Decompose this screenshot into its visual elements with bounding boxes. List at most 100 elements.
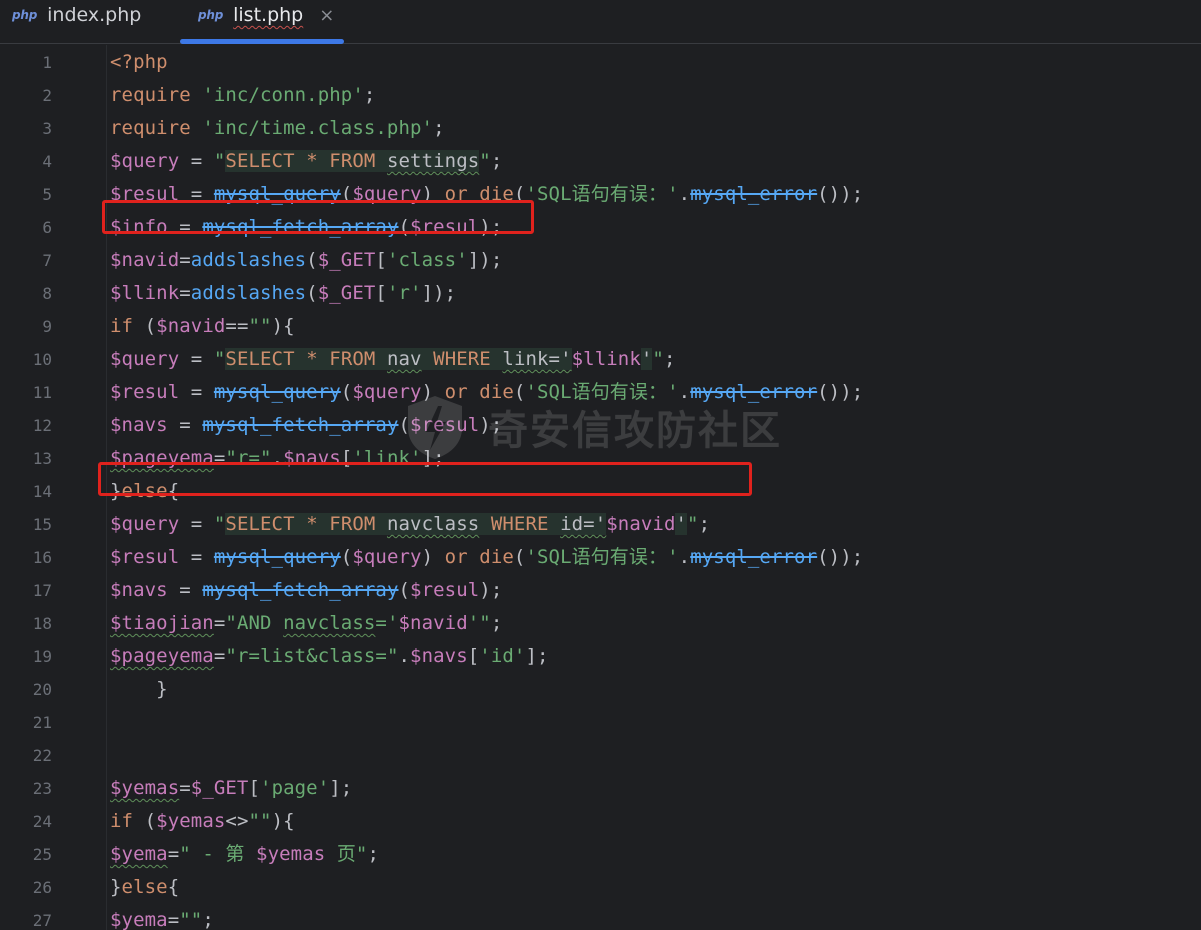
code-line[interactable]: require 'inc/time.class.php';	[110, 112, 445, 145]
line-number: 10	[32, 350, 52, 369]
code-token: addslashes	[190, 249, 307, 271]
code-token: '	[640, 348, 653, 370]
code-token: mysql_query	[213, 381, 341, 403]
line-number: 23	[32, 779, 52, 798]
code-line[interactable]: require 'inc/conn.php';	[110, 79, 375, 112]
code-token: mysql_fetch_array	[202, 414, 399, 436]
code-token: "	[479, 150, 491, 172]
code-token: $navid	[110, 249, 180, 271]
code-line[interactable]: $navs = mysql_fetch_array($resul);	[110, 409, 502, 442]
code-token: =	[179, 150, 214, 172]
line-number: 15	[32, 515, 52, 534]
code-token: SELECT * FROM nav WHERE link='	[225, 348, 572, 370]
tab-index-php[interactable]: php index.php	[12, 0, 172, 45]
close-tab-icon[interactable]: ×	[319, 5, 334, 26]
code-token: if	[110, 810, 145, 832]
code-token: ;	[363, 84, 376, 106]
code-token: (	[144, 315, 157, 337]
code-line[interactable]: $query = "SELECT * FROM navclass WHERE i…	[110, 508, 710, 541]
code-token: die	[479, 381, 514, 403]
code-line[interactable]: }else{	[110, 871, 179, 904]
code-token: ){	[271, 315, 295, 337]
line-number: 8	[42, 284, 52, 303]
code-token: (	[398, 414, 411, 436]
code-token: $resul	[110, 381, 180, 403]
line-number: 16	[32, 548, 52, 567]
code-editor[interactable]: 1 2 3 4 5 6 7 8 9 10 11 12 13 14 15 16 17 18 19 20 21 22 23 24 2…	[0, 45, 1201, 930]
code-line[interactable]: $info = mysql_fetch_array($resul);	[110, 211, 502, 244]
code-token: )	[421, 546, 445, 568]
code-line[interactable]: }	[110, 673, 168, 706]
code-token: $navs	[110, 579, 168, 601]
code-line[interactable]: $resul = mysql_query($query) or die('SQL…	[110, 178, 863, 211]
code-token: =	[213, 645, 226, 667]
code-token: =	[167, 843, 180, 865]
code-token: ""	[248, 810, 272, 832]
code-token: "	[687, 513, 699, 535]
code-token: ;	[490, 612, 503, 634]
code-token: ){	[271, 810, 295, 832]
code-token: 'page'	[260, 777, 330, 799]
line-number: 9	[42, 317, 52, 336]
code-line[interactable]: $yemas=$_GET['page'];	[110, 772, 352, 805]
code-token: $query	[110, 513, 180, 535]
code-token: ""	[248, 315, 272, 337]
code-token: else	[121, 876, 168, 898]
line-number: 20	[32, 680, 52, 699]
code-token: .	[678, 183, 691, 205]
php-file-icon: php	[198, 8, 224, 22]
code-token: =	[179, 513, 214, 535]
code-token: ;	[433, 117, 445, 139]
code-line[interactable]: <?php	[110, 46, 168, 79]
code-token: .	[398, 645, 411, 667]
code-line[interactable]: $navs = mysql_fetch_array($resul);	[110, 574, 502, 607]
code-token: =	[179, 777, 191, 799]
code-line[interactable]: $query = "SELECT * FROM settings";	[110, 145, 502, 178]
code-line[interactable]: $yema=" - 第 $yemas 页";	[110, 838, 379, 871]
line-number: 5	[42, 185, 52, 204]
code-token: }	[110, 678, 168, 700]
code-line[interactable]: $pageyema="r=".$navs['link'];	[110, 442, 445, 475]
line-number: 6	[42, 218, 52, 237]
code-token: (	[513, 183, 526, 205]
code-token: mysql_error	[690, 546, 818, 568]
code-token: die	[479, 183, 514, 205]
code-line[interactable]: $tiaojian="AND navclass='$navid'";	[110, 607, 502, 640]
code-token: $llink	[110, 282, 180, 304]
code-token: =	[179, 381, 214, 403]
code-line[interactable]: }else{	[110, 475, 179, 508]
code-token: =	[179, 183, 214, 205]
code-line[interactable]: $query = "SELECT * FROM nav WHERE link='…	[110, 343, 676, 376]
code-token: 'inc/time.class.php'	[202, 117, 434, 139]
code-token: }	[110, 480, 122, 502]
code-line[interactable]: if ($yemas<>""){	[110, 805, 295, 838]
code-line[interactable]: if ($navid==""){	[110, 310, 295, 343]
php-file-icon: php	[12, 8, 38, 22]
code-token: mysql_error	[690, 183, 818, 205]
code-line[interactable]: $resul = mysql_query($query) or die('SQL…	[110, 541, 863, 574]
code-token: (	[340, 546, 353, 568]
code-token: 'link'	[352, 447, 422, 469]
indent-guide	[106, 45, 107, 930]
code-token: (	[340, 183, 353, 205]
code-line[interactable]: $pageyema="r=list&class=".$navs['id'];	[110, 640, 549, 673]
code-token: $navs	[283, 447, 341, 469]
code-token: ];	[525, 645, 549, 667]
code-token: $query	[110, 348, 180, 370]
code-line[interactable]: $llink=addslashes($_GET['r']);	[110, 277, 456, 310]
code-line[interactable]: $resul = mysql_query($query) or die('SQL…	[110, 376, 863, 409]
code-token: or	[444, 381, 480, 403]
active-tab-indicator	[180, 39, 344, 44]
code-token: ());	[817, 183, 864, 205]
code-line[interactable]: $yema="";	[110, 904, 214, 930]
code-token: =	[179, 348, 214, 370]
code-token: $query	[352, 546, 422, 568]
line-number: 25	[32, 845, 52, 864]
code-token: if	[110, 315, 145, 337]
code-token: $_GET	[317, 249, 376, 271]
code-token: $navid	[606, 513, 676, 535]
code-line[interactable]: $navid=addslashes($_GET['class']);	[110, 244, 502, 277]
code-token: (	[144, 810, 157, 832]
code-token: 页"	[325, 843, 368, 865]
code-token: ;	[367, 843, 380, 865]
